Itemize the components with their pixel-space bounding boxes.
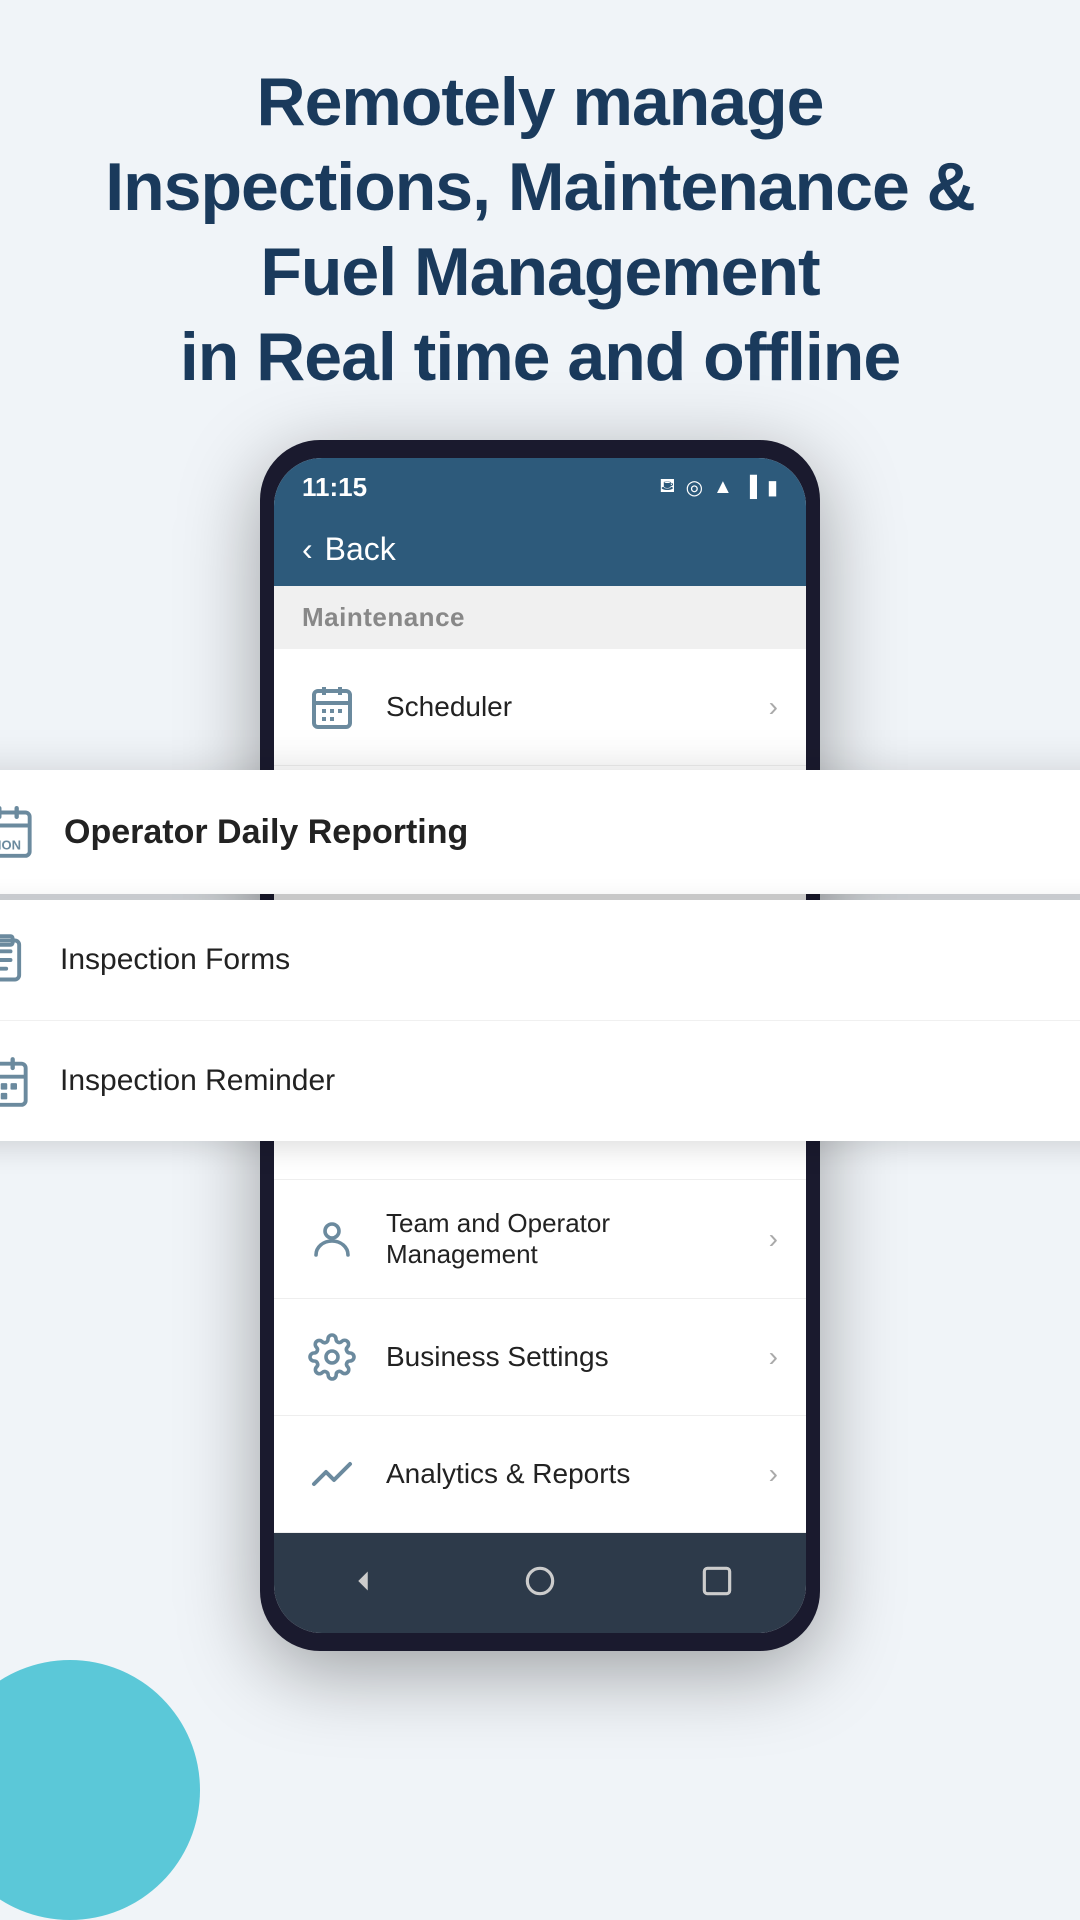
team-management-label: Team and Operator Management: [386, 1208, 769, 1270]
business-settings-chevron: ›: [769, 1341, 778, 1373]
chart-icon: [302, 1444, 362, 1504]
section-header-maintenance: Maintenance: [274, 586, 806, 649]
menu-item-team-management[interactable]: Team and Operator Management ›: [274, 1180, 806, 1299]
nav-home-button[interactable]: [510, 1551, 570, 1611]
back-chevron-icon: ‹: [302, 531, 313, 568]
blue-circle-decoration: [0, 1660, 200, 1920]
team-management-chevron: ›: [769, 1223, 778, 1255]
phone-mockup: 11:15 ⛾ ◎ ▲ ▐ ▮ ‹ Back Maintenance: [0, 440, 1080, 1651]
bottom-nav: [274, 1533, 806, 1633]
vibrate-icon: ⛾: [659, 475, 675, 500]
calendar-grid-sm-icon: [0, 1049, 36, 1113]
status-bar: 11:15 ⛾ ◎ ▲ ▐ ▮: [274, 458, 806, 513]
location-icon: ◎: [686, 475, 703, 500]
signal-icon: ▐: [743, 476, 757, 499]
business-settings-label: Business Settings: [386, 1341, 769, 1373]
inspection-forms-label: Inspection Forms: [60, 943, 1080, 977]
floating-item-inspection-reminder[interactable]: Inspection Reminder ›: [0, 1021, 1080, 1141]
back-bar[interactable]: ‹ Back: [274, 513, 806, 586]
scheduler-chevron: ›: [769, 691, 778, 723]
hero-title: Remotely manage Inspections, Maintenance…: [0, 0, 1080, 440]
floating-card-operator-daily-reporting[interactable]: MON Operator Daily Reporting ›: [0, 770, 1080, 894]
floating-cards: MON Operator Daily Reporting ›: [0, 770, 1080, 1141]
person-icon: [302, 1209, 362, 1269]
floating-card-secondary: Inspection Forms ›: [0, 900, 1080, 1141]
gear-icon: [302, 1327, 362, 1387]
inspection-reminder-label: Inspection Reminder: [60, 1064, 1080, 1098]
svg-text:MON: MON: [0, 837, 21, 852]
calendar-mon-icon: MON: [0, 800, 40, 864]
nav-back-button[interactable]: [333, 1551, 393, 1611]
status-icons: ⛾ ◎ ▲ ▐ ▮: [659, 475, 778, 500]
menu-item-business-settings[interactable]: Business Settings ›: [274, 1299, 806, 1416]
battery-icon: ▮: [767, 475, 778, 500]
operator-daily-reporting-label: Operator Daily Reporting: [64, 813, 1080, 852]
analytics-chevron: ›: [769, 1458, 778, 1490]
calendar-grid-icon: [302, 677, 362, 737]
nav-recents-button[interactable]: [687, 1551, 747, 1611]
floating-item-inspection-forms[interactable]: Inspection Forms ›: [0, 900, 1080, 1021]
menu-item-analytics[interactable]: Analytics & Reports ›: [274, 1416, 806, 1533]
status-time: 11:15: [302, 472, 367, 503]
menu-item-scheduler[interactable]: Scheduler ›: [274, 649, 806, 766]
wifi-icon: ▲: [713, 476, 733, 499]
analytics-label: Analytics & Reports: [386, 1458, 769, 1490]
back-label: Back: [325, 531, 396, 568]
clipboard-icon: [0, 928, 36, 992]
scheduler-label: Scheduler: [386, 691, 769, 723]
